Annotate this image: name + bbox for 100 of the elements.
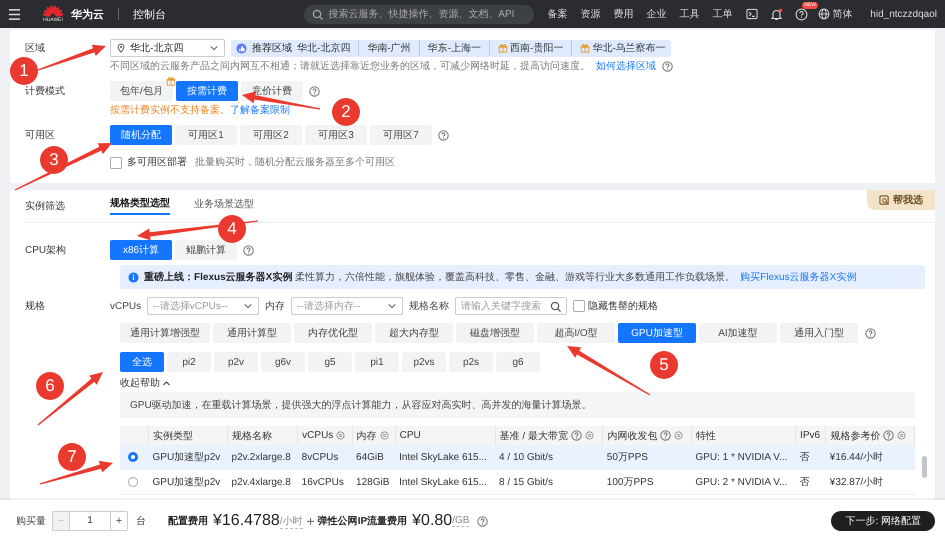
- option-button[interactable]: pi2: [167, 352, 211, 372]
- quantity-stepper[interactable]: − 1 +: [52, 511, 128, 531]
- option-button[interactable]: GPU加速型: [618, 323, 696, 343]
- option-button[interactable]: p2v: [214, 352, 258, 372]
- language-menu[interactable]: 简体: [832, 7, 852, 21]
- table-row[interactable]: GPU加速型p2v p2v.4xlarge.8 16vCPUs 128GiB Intel SkyLake 615... 8 / 15 Gbit/s 100万PPS GPU: 2 * NVIDIA V... 否 ¥32.87/小时: [120, 470, 914, 494]
- column-header: 特性: [696, 430, 716, 442]
- radio-button[interactable]: [128, 476, 138, 487]
- help-icon[interactable]: [570, 430, 582, 441]
- sort-icon[interactable]: [674, 431, 684, 440]
- nav-link[interactable]: 备案: [547, 7, 568, 21]
- option-button[interactable]: 可用区2: [240, 125, 302, 145]
- field-label: 内存: [265, 300, 286, 313]
- next-step-button[interactable]: 下一步: 网络配置: [831, 511, 935, 531]
- option-button[interactable]: p2vs: [402, 352, 446, 372]
- nav-link[interactable]: 资源: [580, 7, 600, 21]
- option-button[interactable]: 全选: [120, 352, 164, 372]
- help-icon[interactable]: [308, 86, 320, 96]
- column-header: IPv6: [800, 430, 820, 441]
- table-cell: p2v.2xlarge.8: [228, 445, 298, 470]
- help-icon[interactable]: [477, 516, 488, 526]
- sort-icon[interactable]: [897, 431, 906, 440]
- option-button[interactable]: 磁盘增强型: [456, 323, 534, 343]
- chevron-up-icon: [162, 378, 171, 388]
- option-button[interactable]: x86计算: [110, 240, 172, 260]
- table-cell: 50万PPS: [602, 445, 692, 470]
- checkbox-label[interactable]: 隐藏售罄的规格: [588, 299, 658, 313]
- field-label: 区域: [25, 42, 46, 55]
- info-icon: [128, 272, 139, 282]
- sort-icon[interactable]: [584, 431, 594, 440]
- option-button[interactable]: 可用区1: [175, 125, 237, 145]
- checkbox-label[interactable]: 多可用区部署: [127, 156, 187, 169]
- nav-link[interactable]: 工单: [712, 7, 732, 21]
- nav-link[interactable]: 工具: [679, 7, 700, 21]
- help-icon[interactable]: [883, 430, 894, 441]
- help-icon[interactable]: [243, 244, 254, 256]
- help-icon[interactable]: [865, 328, 876, 338]
- option-button[interactable]: 通用计算型: [213, 323, 291, 343]
- help-me-choose-button[interactable]: 帮我选: [867, 190, 935, 210]
- option-button[interactable]: 随机分配: [110, 125, 172, 145]
- option-button[interactable]: 内存优化型: [294, 323, 372, 343]
- option-button[interactable]: 通用入门型: [780, 323, 858, 343]
- search-icon[interactable]: [550, 300, 562, 312]
- help-link[interactable]: 了解备案限制: [230, 104, 290, 117]
- option-button[interactable]: g6v: [261, 352, 305, 372]
- region-link[interactable]: 西南-贵阳一: [510, 41, 564, 55]
- option-button[interactable]: p2s: [449, 352, 493, 372]
- field-label: 可用区: [25, 129, 56, 142]
- help-link[interactable]: 如何选择区域: [596, 60, 656, 73]
- region-link[interactable]: 华东-上海一: [428, 41, 482, 55]
- sort-icon[interactable]: [336, 431, 346, 440]
- option-button[interactable]: 按需计费: [176, 81, 238, 101]
- user-name[interactable]: hid_ntczzdqaol: [870, 8, 937, 20]
- table-cell: GPU: 1 * NVIDIA V...: [691, 445, 796, 470]
- option-button[interactable]: 超大内存型: [375, 323, 453, 343]
- option-button[interactable]: pi1: [355, 352, 399, 372]
- option-button[interactable]: 可用区7: [370, 125, 432, 145]
- region-link[interactable]: 华北-北京四: [297, 41, 350, 55]
- fee-unit: /小时: [280, 514, 303, 528]
- nav-link[interactable]: 费用: [613, 7, 634, 21]
- terminal-icon[interactable]: [746, 8, 758, 20]
- filter-tab[interactable]: 规格类型选型: [110, 193, 170, 215]
- table-cell: GPU加速型p2v: [148, 445, 228, 470]
- option-button[interactable]: g6: [496, 352, 540, 372]
- menu-icon[interactable]: [8, 8, 21, 20]
- option-button[interactable]: 可用区3: [305, 125, 367, 145]
- region-link[interactable]: 华南-广州: [367, 41, 411, 55]
- help-icon[interactable]: [660, 430, 672, 441]
- fee-amount: ¥0.80: [412, 512, 452, 530]
- option-button[interactable]: AI加速型: [699, 323, 777, 343]
- bell-icon[interactable]: [770, 8, 784, 20]
- console-title[interactable]: 控制台: [133, 6, 166, 22]
- column-header: CPU: [400, 430, 421, 441]
- help-icon[interactable]: [662, 61, 673, 72]
- column-header: 规格参考价: [830, 430, 880, 442]
- option-button[interactable]: 超高I/O型: [537, 323, 615, 343]
- collapse-toggle[interactable]: 收起帮助: [120, 376, 171, 390]
- table-cell: 8 / 15 Gbit/s: [495, 470, 603, 494]
- option-button[interactable]: 鲲鹏计算: [175, 240, 237, 260]
- banner-link[interactable]: 购买Flexus云服务器X实例: [740, 270, 856, 284]
- radio-button[interactable]: [128, 452, 138, 462]
- checkbox[interactable]: [573, 300, 586, 312]
- scrollbar[interactable]: [922, 456, 927, 478]
- table-row[interactable]: GPU加速型p2v p2v.2xlarge.8 8vCPUs 64GiB Intel SkyLake 615... 4 / 10 Gbit/s 50万PPS GPU: 1 * NVIDIA V... 否 ¥16.44/小时: [120, 445, 914, 470]
- globe-icon[interactable]: [818, 8, 830, 20]
- region-link[interactable]: 华北-乌兰察布一: [592, 41, 666, 55]
- table-cell: 100万PPS: [602, 470, 692, 494]
- filter-tab[interactable]: 业务场景选型: [194, 193, 254, 215]
- table-cell: 4 / 10 Gbit/s: [495, 445, 603, 470]
- nav-link[interactable]: 企业: [646, 7, 666, 21]
- option-button[interactable]: g5: [308, 352, 352, 372]
- option-button[interactable]: 通用计算增强型: [120, 323, 210, 343]
- location-pin-icon: [116, 43, 126, 53]
- brand-name[interactable]: 华为云: [71, 6, 104, 22]
- checkbox[interactable]: [110, 156, 122, 168]
- search-field[interactable]: 搜索云服务、快捷操作、资源、文档、API: [304, 4, 534, 24]
- region-select[interactable]: 华北-北京四: [110, 39, 225, 57]
- help-icon[interactable]: [438, 130, 449, 140]
- search-icon[interactable]: [312, 8, 324, 20]
- sort-icon[interactable]: [380, 431, 389, 440]
